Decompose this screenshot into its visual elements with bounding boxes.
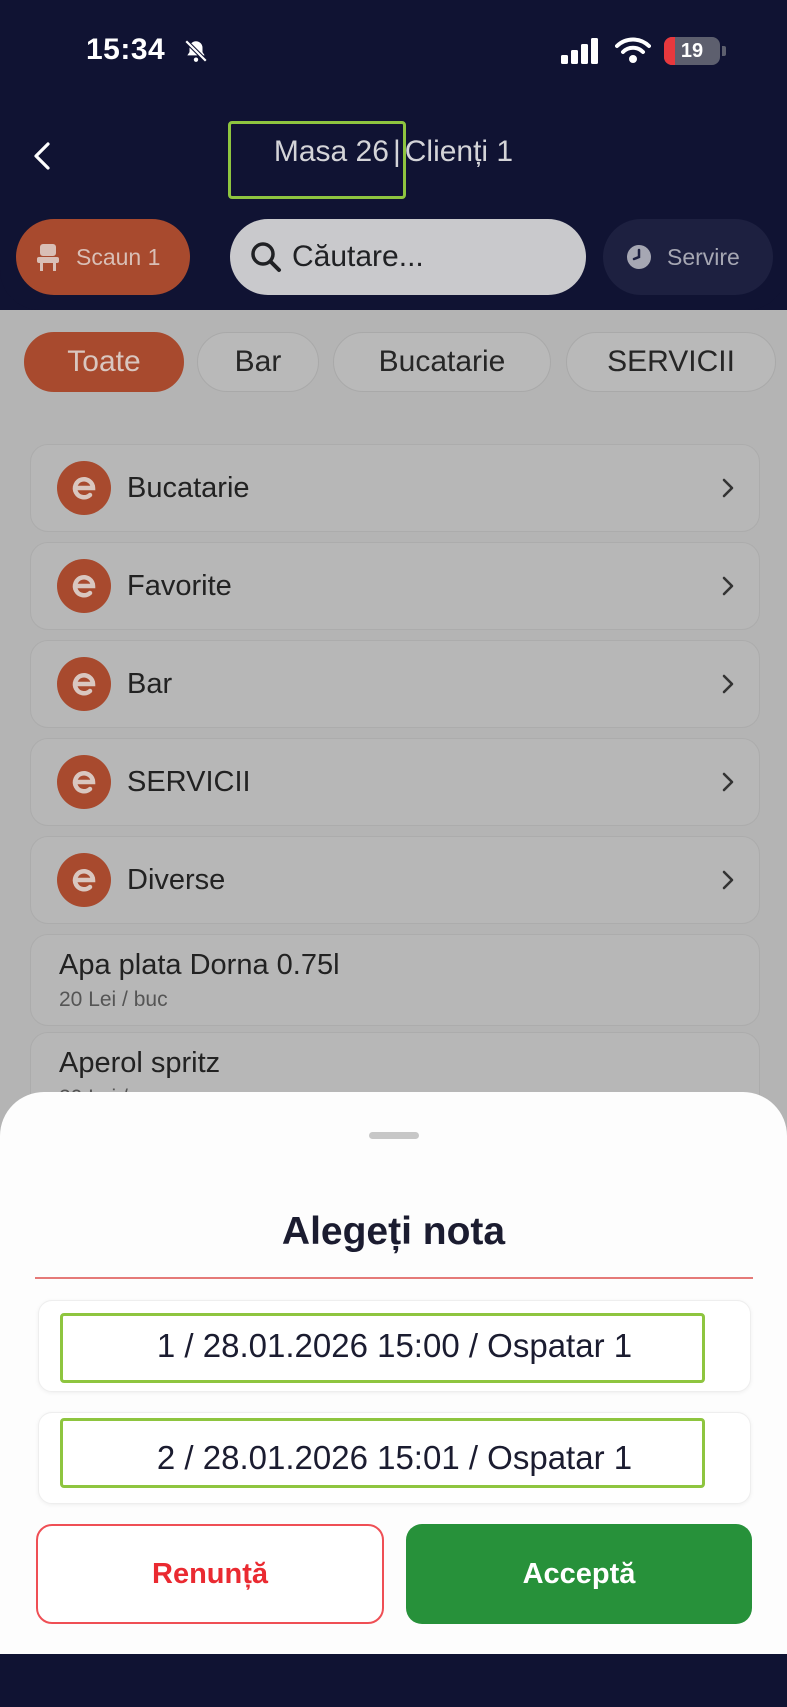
filter-chip-bucatarie[interactable]: Bucatarie (333, 332, 551, 392)
e-logo-icon (57, 657, 111, 711)
sheet-divider (35, 1277, 753, 1279)
seat-icon (37, 244, 59, 271)
category-label: Diverse (127, 863, 226, 896)
note-option-highlight (60, 1313, 705, 1383)
category-item[interactable]: Diverse (30, 836, 760, 924)
status-time: 15:34 (86, 33, 166, 66)
product-name: Aperol spritz (59, 1047, 221, 1079)
category-label: Bar (127, 667, 173, 700)
battery-icon: 19 (664, 37, 720, 65)
category-label: Bucatarie (127, 471, 250, 504)
e-logo-icon (57, 755, 111, 809)
seat-button[interactable]: Scaun 1 (16, 219, 190, 295)
chip-label: Toate (67, 345, 141, 378)
e-logo-icon (57, 461, 111, 515)
accept-button[interactable]: Acceptă (406, 1524, 752, 1624)
sheet-grabber[interactable] (369, 1132, 419, 1139)
product-name: Apa plata Dorna 0.75l (59, 949, 340, 981)
filter-chip-bar[interactable]: Bar (197, 332, 319, 392)
seat-label: Scaun 1 (76, 243, 161, 270)
sheet-title: Alegeți nota (281, 1210, 506, 1253)
filter-chip-all[interactable]: Toate (24, 332, 184, 392)
category-item[interactable]: Favorite (30, 542, 760, 630)
product-price: 20 Lei / buc (59, 988, 168, 1011)
table-name-highlight (228, 121, 406, 199)
chevron-right-icon (722, 576, 734, 596)
serve-label: Servire (667, 243, 740, 270)
e-logo-icon (57, 853, 111, 907)
chevron-right-icon (722, 674, 734, 694)
header: Masa 26 | Clienți 1 Scaun 1 Căutare... Ser… (0, 105, 787, 310)
category-item[interactable]: SERVICII (30, 738, 760, 826)
product-item[interactable]: Apa plata Dorna 0.75l 20 Lei / buc (30, 934, 760, 1026)
chip-label: Bar (234, 345, 282, 378)
bell-slash-icon (184, 39, 208, 63)
search-placeholder: Căutare... (292, 240, 424, 273)
serve-button[interactable]: Servire (603, 219, 773, 295)
signal-icon (561, 38, 598, 64)
battery-level: 19 (680, 40, 704, 62)
note-option-highlight (60, 1418, 705, 1488)
search-input[interactable]: Căutare... (230, 219, 586, 295)
filter-chip-servicii[interactable]: SERVICII (566, 332, 776, 392)
search-icon (251, 242, 281, 272)
chevron-right-icon (722, 478, 734, 498)
category-item[interactable]: Bucatarie (30, 444, 760, 532)
battery-tip (722, 46, 726, 56)
chip-label: Bucatarie (378, 345, 506, 378)
status-bar: 15:34 19 (0, 0, 787, 105)
category-label: SERVICII (127, 765, 251, 798)
chevron-right-icon (722, 870, 734, 890)
chip-label: SERVICII (607, 345, 735, 378)
clients-count: Clienți 1 (404, 135, 514, 168)
wifi-icon (615, 37, 651, 63)
category-label: Favorite (127, 569, 232, 602)
category-item[interactable]: Bar (30, 640, 760, 728)
cancel-button[interactable]: Renunță (36, 1524, 384, 1624)
e-logo-icon (57, 559, 111, 613)
chevron-right-icon (722, 772, 734, 792)
choose-note-sheet: Alegeți nota 1 / 28.01.2026 15:00 / Ospa… (0, 1092, 787, 1654)
clock-icon (627, 245, 651, 269)
home-indicator-bar (0, 1654, 787, 1707)
